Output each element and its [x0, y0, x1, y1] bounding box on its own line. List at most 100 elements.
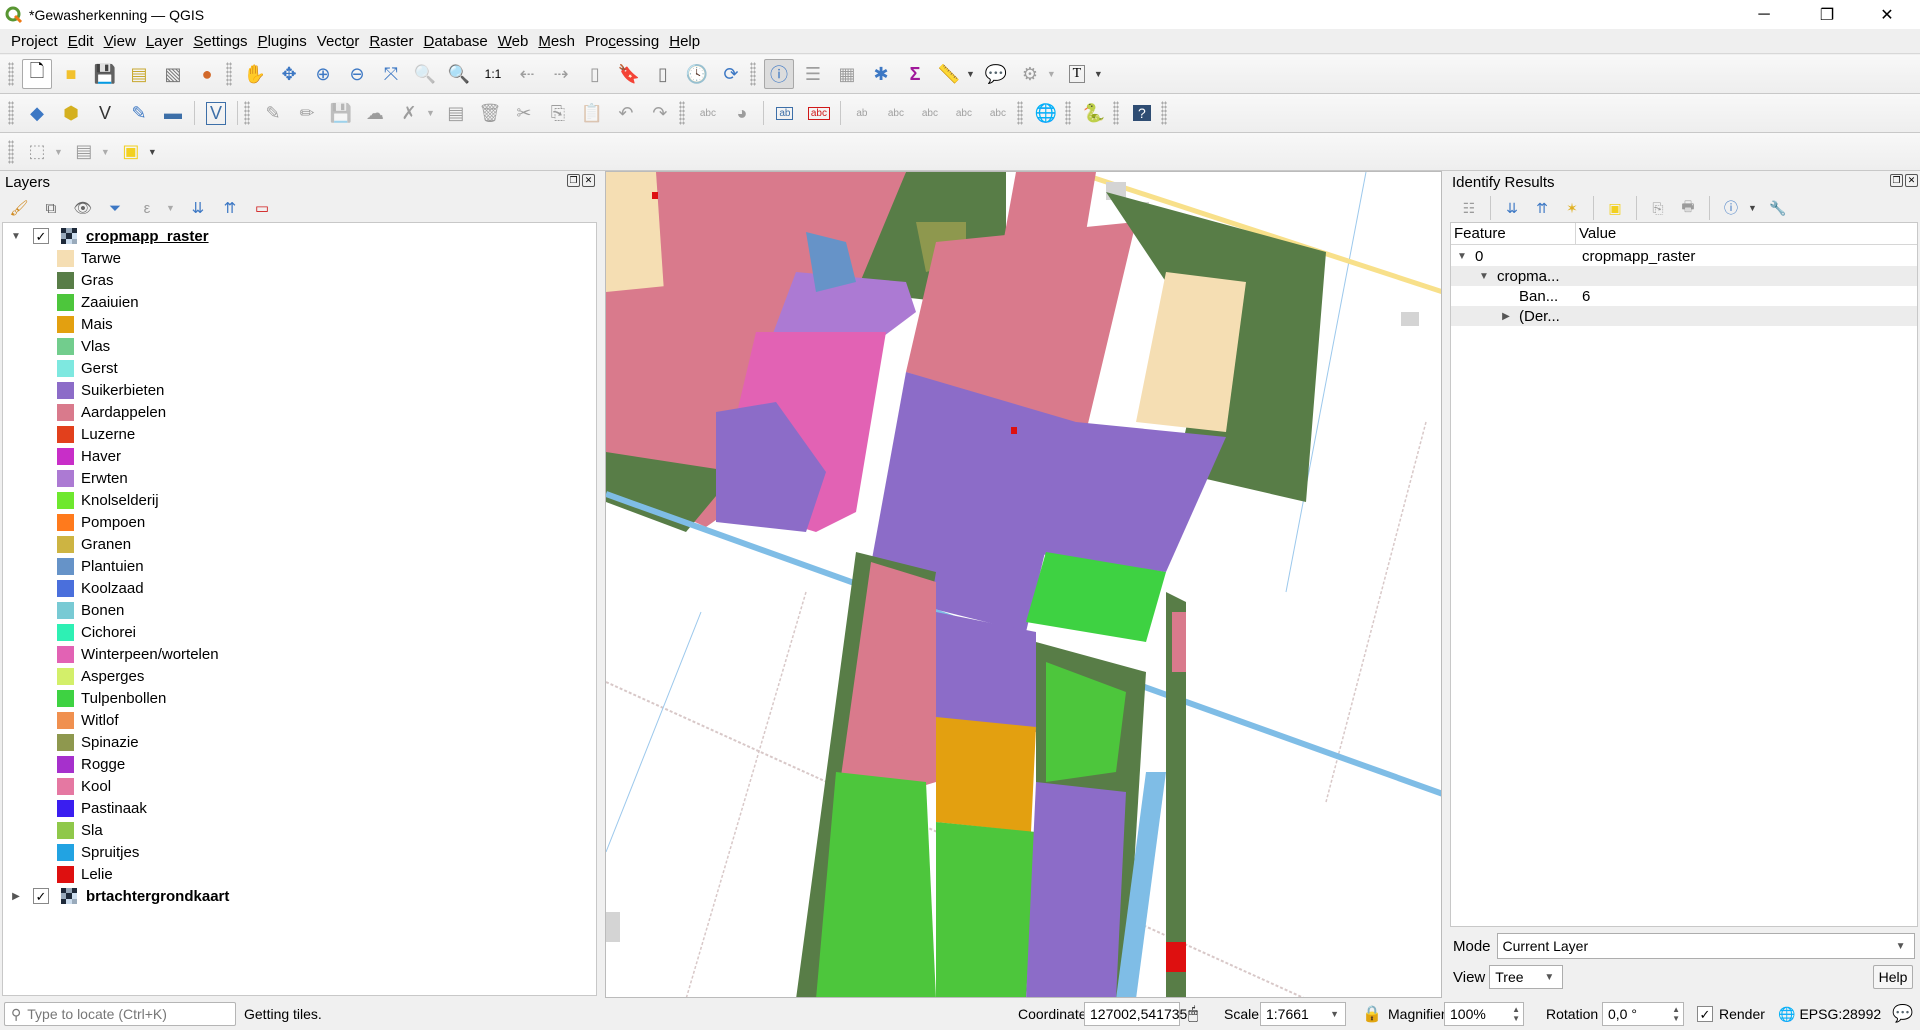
menu-database[interactable]: Database	[419, 33, 493, 50]
show-hide-label-button[interactable]: abc	[881, 98, 911, 128]
toolbar-grip[interactable]	[8, 139, 14, 164]
toolbar-grip[interactable]	[226, 62, 232, 86]
collapse-arrow-icon[interactable]: ▼	[1455, 251, 1469, 262]
move-label-button[interactable]: abc	[915, 98, 945, 128]
close-panel-icon[interactable]: ✕	[582, 174, 595, 187]
layer-labeling-button[interactable]: ab	[770, 98, 800, 128]
float-panel-icon[interactable]: ❐	[1890, 174, 1903, 187]
label-toolbar-button[interactable]: abc	[693, 98, 723, 128]
new-print-layout-button[interactable]: ▤	[124, 59, 154, 89]
identify-results-tree[interactable]: Feature Value ▼ 0 cropmapp_raster ▼ cropma..…	[1450, 222, 1918, 927]
float-panel-icon[interactable]: ❐	[567, 174, 580, 187]
new-map-view-button[interactable]: ▯	[580, 59, 610, 89]
menu-raster[interactable]: Raster	[364, 33, 418, 50]
menu-web[interactable]: Web	[493, 33, 534, 50]
open-attribute-table-button[interactable]: ☰	[798, 59, 828, 89]
messages-icon[interactable]: 💬	[1892, 1002, 1913, 1026]
annotation-dropdown-icon[interactable]: ▼	[1094, 69, 1103, 79]
new-spatialite-layer-button[interactable]: ▬	[158, 98, 188, 128]
digitize-button[interactable]: ☁	[360, 98, 390, 128]
delete-selected-button[interactable]: 🗑	[475, 98, 505, 128]
toolbar-grip[interactable]	[1112, 101, 1119, 125]
measure-line-button[interactable]: 📏	[934, 59, 964, 89]
copy-feature-button[interactable]: ⎘	[1647, 197, 1669, 219]
toolbar-grip[interactable]	[678, 101, 685, 125]
collapse-arrow-icon[interactable]: ▼	[9, 231, 23, 242]
new-shapefile-layer-button[interactable]: V	[90, 98, 120, 128]
new-temporary-scratch-layer-button[interactable]: ✎	[124, 98, 154, 128]
result-row[interactable]: ▼ cropma...	[1451, 266, 1917, 286]
style-manager-button[interactable]: ●	[192, 59, 222, 89]
layer-visibility-checkbox[interactable]: ✓	[33, 888, 49, 904]
expand-tree-button[interactable]: ☷	[1458, 197, 1480, 219]
help-button[interactable]: Help	[1873, 965, 1913, 989]
map-canvas[interactable]	[605, 171, 1442, 998]
result-row[interactable]: ▼ 0 cropmapp_raster	[1451, 246, 1917, 266]
expand-new-results-button[interactable]: ✶	[1561, 197, 1583, 219]
zoom-to-selection-button[interactable]: 🔍	[410, 59, 440, 89]
toolbar-grip[interactable]	[750, 62, 756, 86]
vertex-dropdown-icon[interactable]: ▼	[426, 108, 435, 118]
layer-visibility-checkbox[interactable]: ✓	[33, 228, 49, 244]
render-checkbox[interactable]: ✓	[1697, 1006, 1713, 1022]
collapse-all-button[interactable]: ⇈	[219, 197, 241, 219]
menu-project[interactable]: Project	[6, 33, 63, 50]
toolbar-grip[interactable]	[1160, 101, 1167, 125]
zoom-next-button[interactable]: ⇢	[546, 59, 576, 89]
identify-features-button[interactable]: ⓘ	[764, 59, 794, 89]
scale-combobox[interactable]: 1:7661 ▼	[1260, 1002, 1346, 1026]
mode-select[interactable]: Current Layer ▼	[1496, 933, 1915, 959]
add-group-button[interactable]: ⧉	[40, 197, 62, 219]
minimize-button[interactable]: ─	[1741, 0, 1787, 29]
feature-column-header[interactable]: Feature	[1451, 223, 1576, 244]
copy-features-button[interactable]: ⎘	[543, 98, 573, 128]
result-row[interactable]: Ban... 6	[1451, 286, 1917, 306]
measure-dropdown-icon[interactable]: ▼	[966, 69, 975, 79]
toggle-editing-button[interactable]: ✏	[292, 98, 322, 128]
view-select[interactable]: Tree ▼	[1489, 965, 1564, 989]
save-layer-edits-button[interactable]: 💾	[326, 98, 356, 128]
remove-layer-button[interactable]: ▭	[251, 197, 273, 219]
select-by-value-button[interactable]: ▤	[69, 137, 99, 167]
spin-arrows-icon[interactable]: ▲ ▼	[1672, 1005, 1680, 1023]
zoom-in-button[interactable]: ⊕	[308, 59, 338, 89]
zoom-full-button[interactable]: ⤧	[376, 59, 406, 89]
text-annotation-button[interactable]: T	[1062, 59, 1092, 89]
menu-vector[interactable]: Vector	[312, 33, 365, 50]
new-geopackage-layer-button[interactable]: ⬢	[56, 98, 86, 128]
magnifier-spinbox[interactable]: 100% ▲ ▼	[1444, 1002, 1524, 1026]
quickmapservices-button[interactable]: 🌐	[1031, 98, 1061, 128]
vertex-tool-button[interactable]: ✗	[394, 98, 424, 128]
filter-by-expression-button[interactable]: ε	[136, 197, 158, 219]
identify-mode-button[interactable]: ⓘ	[1720, 197, 1742, 219]
layout-manager-button[interactable]: ▧	[158, 59, 188, 89]
label-highlight-button[interactable]: abc	[804, 98, 834, 128]
layer-tree[interactable]: ▼ ✓ cropmapp_raster Tarwe Gras Zaaiuien Mai…	[2, 222, 597, 996]
redo-button[interactable]: ↷	[645, 98, 675, 128]
rotate-label-button[interactable]: abc	[949, 98, 979, 128]
layer-row-cropmapp-raster[interactable]: ▼ ✓ cropmapp_raster	[3, 225, 209, 247]
new-virtual-layer-button[interactable]: V	[201, 98, 231, 128]
feature-action-button[interactable]: ⚙	[1015, 59, 1045, 89]
cut-features-button[interactable]: ✂	[509, 98, 539, 128]
expand-all-button[interactable]: ⇊	[1501, 197, 1523, 219]
paste-features-button[interactable]: 📋	[577, 98, 607, 128]
processing-toolbox-button[interactable]: ✱	[866, 59, 896, 89]
refresh-button[interactable]: ⟳	[716, 59, 746, 89]
data-source-manager-button[interactable]: ◆	[22, 98, 52, 128]
toolbar-grip[interactable]	[1016, 101, 1023, 125]
temporal-controller-button[interactable]: 🕓	[682, 59, 712, 89]
menu-layer[interactable]: Layer	[141, 33, 189, 50]
locator-search-input[interactable]: ⚲ Type to locate (Ctrl+K)	[4, 1002, 236, 1026]
modify-attributes-button[interactable]: ▤	[441, 98, 471, 128]
diagram-button[interactable]: ◕	[727, 98, 757, 128]
show-bookmarks-button[interactable]: ▯	[648, 59, 678, 89]
toolbar-grip[interactable]	[8, 62, 14, 86]
menu-help[interactable]: Help	[664, 33, 705, 50]
zoom-to-layer-button[interactable]: 🔍	[444, 59, 474, 89]
zoom-native-button[interactable]: 1:1	[478, 59, 508, 89]
result-row[interactable]: ▶ (Der...	[1451, 306, 1917, 326]
layer-row-brtachtergrondkaart[interactable]: ▶ ✓ brtachtergrondkaart	[3, 885, 229, 907]
value-column-header[interactable]: Value	[1576, 223, 1616, 244]
close-window-button[interactable]: ✕	[1864, 0, 1910, 29]
